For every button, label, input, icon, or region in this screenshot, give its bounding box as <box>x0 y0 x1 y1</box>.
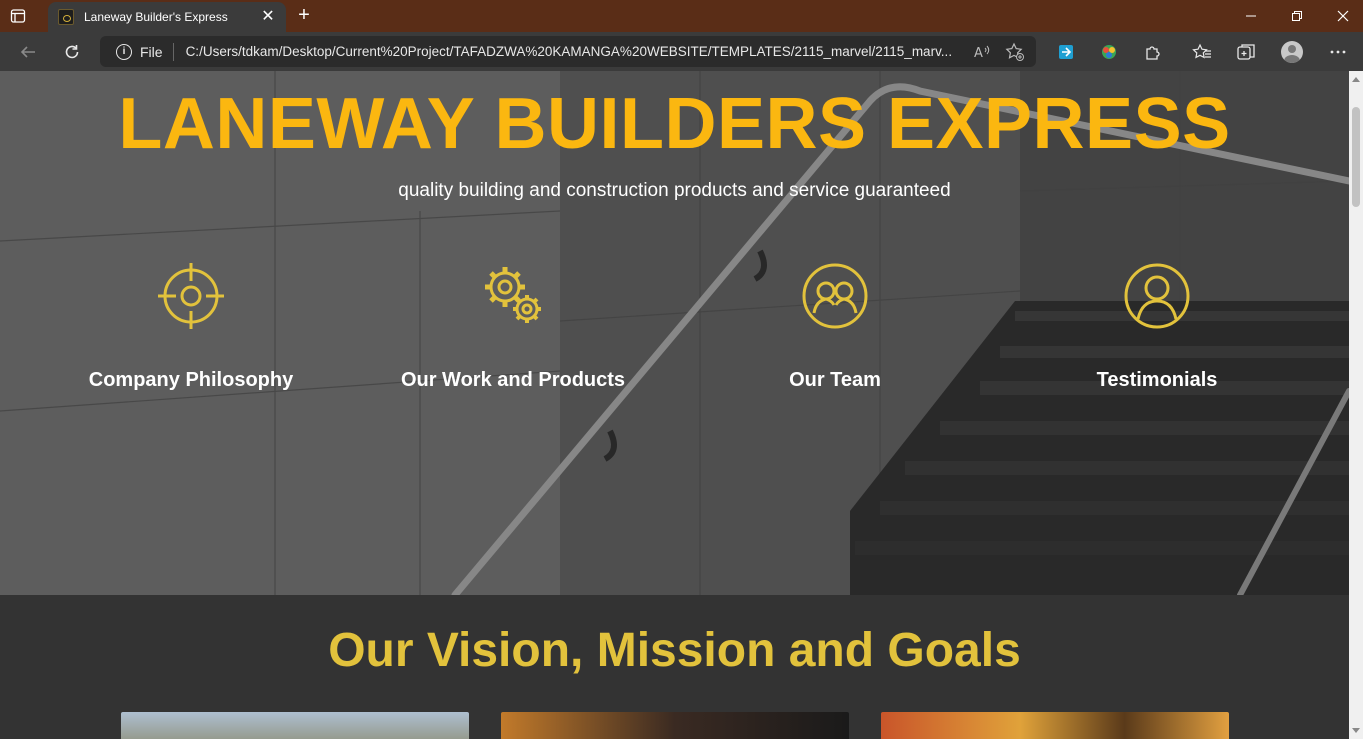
vision-section: Our Vision, Mission and Goals <box>0 595 1349 739</box>
collections-extension-icon[interactable] <box>1054 40 1078 64</box>
address-toolbar: i File C:/Users/tdkam/Desktop/Current%20… <box>0 32 1363 71</box>
profile-avatar[interactable] <box>1280 40 1304 64</box>
hero-section: LANEWAY BUILDERS EXPRESS quality buildin… <box>0 71 1349 595</box>
close-tab-icon[interactable]: ✕ <box>260 9 276 25</box>
scheme-label: File <box>140 43 163 60</box>
browser-tab-bar: Laneway Builder's Express ✕ + <box>0 0 1363 32</box>
target-icon <box>158 263 224 329</box>
site-favicon-icon <box>58 9 74 25</box>
collections-icon[interactable] <box>1234 40 1258 64</box>
new-tab-icon[interactable]: + <box>294 5 314 26</box>
site-title: LANEWAY BUILDERS EXPRESS <box>118 84 1231 164</box>
page-scrollbar[interactable] <box>1349 71 1363 739</box>
read-aloud-icon[interactable]: A <box>972 41 994 63</box>
restore-icon[interactable] <box>1274 0 1320 32</box>
feature-label: Company Philosophy <box>88 369 294 391</box>
goals-card-image[interactable] <box>881 712 1229 739</box>
feature-testimonials[interactable]: Testimonials <box>996 261 1318 392</box>
back-icon[interactable] <box>16 40 40 64</box>
feature-our-team[interactable]: Our Team <box>674 261 996 392</box>
team-icon <box>802 263 868 329</box>
minimize-icon[interactable] <box>1228 0 1274 32</box>
feature-our-work[interactable]: Our Work and Products <box>352 261 674 392</box>
address-divider <box>172 42 174 61</box>
scroll-down-icon[interactable] <box>1352 728 1360 733</box>
user-icon <box>1124 263 1190 329</box>
close-window-icon[interactable] <box>1320 0 1363 32</box>
tab-actions-icon[interactable] <box>8 6 28 26</box>
favorites-icon[interactable] <box>1190 40 1214 64</box>
browser-tab[interactable]: Laneway Builder's Express ✕ <box>48 2 286 32</box>
tab-title: Laneway Builder's Express <box>84 10 228 24</box>
feature-label: Testimonials <box>1096 369 1218 391</box>
vision-card-image[interactable] <box>121 712 469 739</box>
refresh-icon[interactable] <box>60 40 84 64</box>
scroll-up-icon[interactable] <box>1352 77 1360 82</box>
extensions-icon[interactable] <box>1141 40 1165 64</box>
svg-text:A: A <box>974 46 983 60</box>
more-menu-icon[interactable] <box>1326 40 1350 64</box>
site-tagline: quality building and construction produc… <box>398 180 951 201</box>
url-text[interactable]: C:/Users/tdkam/Desktop/Current%20Project… <box>186 44 962 59</box>
feature-label: Our Team <box>789 369 881 391</box>
address-bar[interactable]: i File C:/Users/tdkam/Desktop/Current%20… <box>100 36 1036 67</box>
feature-company-philosophy[interactable]: Company Philosophy <box>30 261 352 392</box>
mission-card-image[interactable] <box>501 712 849 739</box>
web-page: LANEWAY BUILDERS EXPRESS quality buildin… <box>0 71 1349 739</box>
section-heading: Our Vision, Mission and Goals <box>328 624 1021 677</box>
feature-label: Our Work and Products <box>400 369 626 391</box>
colorful-extension-icon[interactable] <box>1097 40 1121 64</box>
avatar-icon <box>1281 41 1303 63</box>
site-info-icon[interactable]: i <box>116 43 132 60</box>
gears-icon <box>485 267 541 323</box>
scrollbar-thumb[interactable] <box>1352 107 1360 207</box>
add-favorite-icon[interactable] <box>1004 41 1026 63</box>
